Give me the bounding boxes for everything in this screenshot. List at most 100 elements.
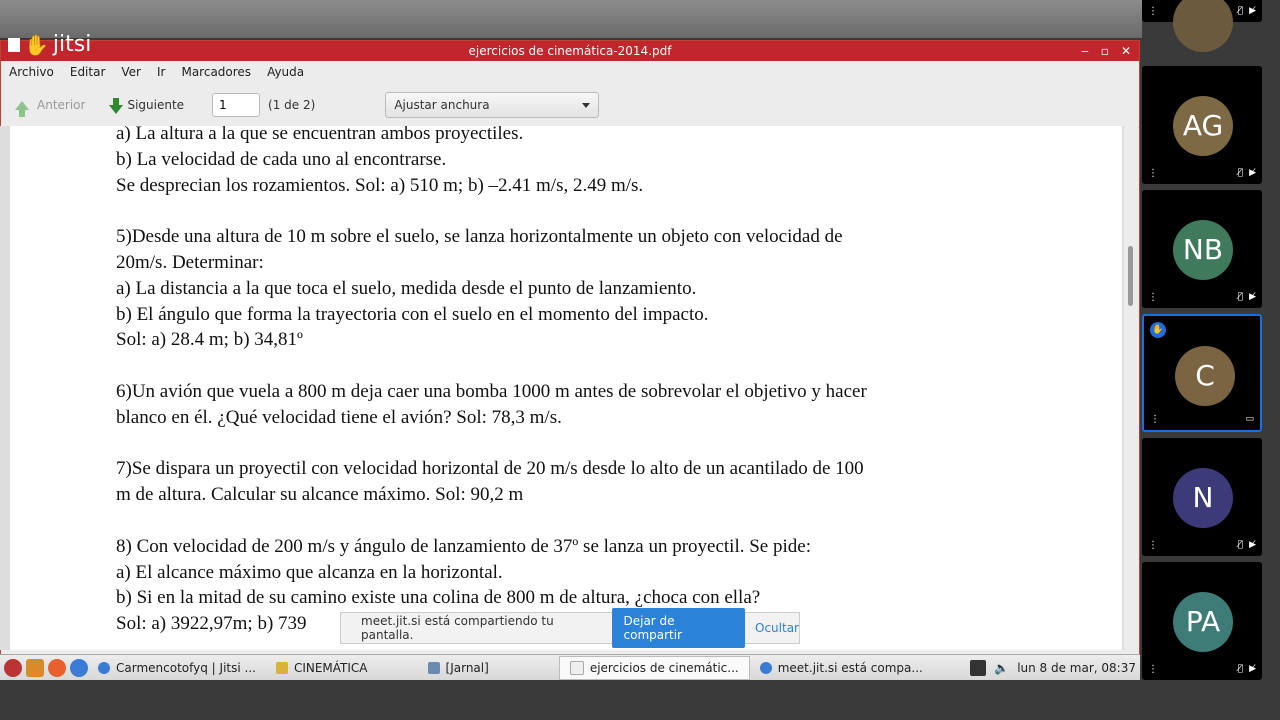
tray-app-icon[interactable]	[970, 660, 987, 676]
minimize-button[interactable]: ‒	[1081, 41, 1089, 61]
more-options-icon[interactable]: ⋮	[1148, 541, 1158, 551]
menu-ir[interactable]: Ir	[157, 65, 165, 79]
camera-off-icon: ▶̸	[1249, 6, 1256, 16]
participant-tile[interactable]: C ✋ ⋮ ▭	[1142, 314, 1262, 432]
previous-page-button[interactable]: Anterior	[1, 98, 99, 117]
mic-muted-icon: 🎙̸	[1237, 540, 1244, 550]
more-options-icon[interactable]: ⋮	[1148, 665, 1158, 675]
stop-sharing-button[interactable]: Dejar de compartir	[611, 608, 746, 648]
document-line: 5)Desde una altura de 10 m sobre el suel…	[116, 226, 843, 248]
avatar: NB	[1173, 220, 1233, 280]
taskbar-item-label: CINEMÁTICA	[293, 661, 368, 675]
mic-muted-icon: 🎙̸	[1237, 168, 1244, 178]
camera-off-icon: ▶̸	[1249, 292, 1256, 302]
taskbar-item-pdf[interactable]: ejercicios de cinemátic...	[558, 656, 750, 680]
menu-ver[interactable]: Ver	[121, 65, 141, 79]
page-number-input[interactable]	[212, 93, 261, 117]
window-title: ejercicios de cinemática-2014.pdf	[468, 44, 672, 58]
hand-icon: ✋	[24, 32, 49, 57]
next-page-button[interactable]: Siguiente	[99, 97, 198, 114]
volume-icon[interactable]: 🔈	[994, 661, 1009, 675]
editor-icon[interactable]	[26, 659, 44, 677]
document-line: b) El ángulo que forma la trayectoria co…	[116, 303, 709, 325]
more-options-icon[interactable]: ⋮	[1148, 169, 1158, 179]
page-count: (1 de 2)	[268, 98, 316, 112]
document-line: 6)Un avión que vuela a 800 m deja caer u…	[116, 380, 867, 402]
avatar: AG	[1173, 96, 1233, 156]
taskbar-item-jitsi[interactable]: Carmencotofyq | Jitsi ...	[88, 661, 266, 675]
participant-tile[interactable]: AG ⋮ 🎙̸ ▶̸	[1142, 66, 1262, 184]
taskbar-item-label: meet.jit.si está compa...	[777, 661, 923, 675]
participant-tile[interactable]: N ⋮ 🎙̸ ▶̸	[1142, 438, 1262, 556]
taskbar-item-label: ejercicios de cinemátic...	[589, 661, 739, 675]
browser-icon	[98, 662, 110, 674]
more-options-icon[interactable]: ⋮	[1148, 7, 1158, 17]
chevron-down-icon	[582, 102, 591, 108]
chrome-icon[interactable]	[70, 659, 88, 677]
maximize-button[interactable]: ▫	[1101, 41, 1109, 61]
document-line: Sol: a) 28.4 m; b) 34,81º	[116, 329, 303, 351]
menu-archivo[interactable]: Archivo	[9, 65, 54, 79]
zoom-value: Ajustar anchura	[394, 98, 490, 112]
screen-share-notification: meet.jit.si está compartiendo tu pantall…	[340, 608, 800, 648]
participant-tile[interactable]: NB ⋮ 🎙̸ ▶̸	[1142, 190, 1262, 308]
taskbar-item-share[interactable]: meet.jit.si está compa...	[750, 661, 933, 675]
ubuntu-icon[interactable]	[4, 659, 22, 677]
browser-top-strip	[0, 0, 1280, 38]
system-tray: 🔈 lun 8 de mar, 08:37	[970, 660, 1140, 676]
document-line: b) Si en la mitad de su camino existe un…	[116, 587, 761, 609]
arrow-up-icon	[15, 100, 29, 117]
more-options-icon[interactable]: ⋮	[1150, 415, 1160, 425]
logo-text: jitsi	[52, 32, 92, 57]
share-message: meet.jit.si está compartiendo tu pantall…	[361, 614, 554, 642]
close-button[interactable]: ✕	[1121, 41, 1131, 61]
document-icon	[569, 661, 584, 675]
avatar: C	[1175, 346, 1235, 406]
avatar: N	[1173, 468, 1233, 528]
taskbar-item-cinematica[interactable]: CINEMÁTICA	[266, 661, 378, 675]
hide-button[interactable]: Ocultar	[755, 621, 799, 635]
vertical-scrollbar[interactable]	[1124, 126, 1138, 650]
document-line: blanco en él. ¿Qué velocidad tiene el av…	[116, 406, 562, 428]
arrow-down-icon	[109, 97, 124, 114]
document-line: 8) Con velocidad de 200 m/s y ángulo de …	[116, 535, 811, 557]
document-line: m de altura. Calcular su alcance máximo.…	[116, 484, 524, 506]
scrollbar-thumb[interactable]	[1128, 246, 1133, 306]
camera-off-icon: ▶̸	[1249, 168, 1256, 178]
jitsi-logo: ✋ jitsi	[8, 32, 91, 57]
participant-tile[interactable]: ⋮ 🎙̸ ▶̸	[1142, 0, 1262, 52]
previous-label: Anterior	[37, 98, 86, 112]
taskbar: Carmencotofyq | Jitsi ... CINEMÁTICA [Ja…	[0, 654, 1140, 681]
zoom-select[interactable]: Ajustar anchura	[385, 92, 600, 118]
page-text: a) La altura a la que se encuentran ambo…	[116, 126, 1016, 637]
firefox-icon[interactable]	[48, 659, 66, 677]
document-line: b) La velocidad de cada uno al encontrar…	[116, 148, 447, 170]
menu-marcadores[interactable]: Marcadores	[181, 65, 251, 79]
menu-ayuda[interactable]: Ayuda	[267, 65, 304, 79]
document-line: a) La altura a la que se encuentran ambo…	[116, 126, 524, 144]
bottom-strip	[0, 680, 1280, 720]
next-label: Siguiente	[127, 98, 185, 112]
raised-hand-icon: ✋	[1150, 322, 1166, 338]
jarnal-icon	[427, 662, 440, 674]
more-options-icon[interactable]: ⋮	[1148, 293, 1158, 303]
taskbar-item-label: [Jarnal]	[445, 661, 489, 675]
document-area[interactable]: a) La altura a la que se encuentran ambo…	[0, 126, 1138, 650]
participant-tile[interactable]: PA ⋮ 🎙̸ ▶̸	[1142, 562, 1262, 680]
menu-bar: Archivo Editar Ver Ir Marcadores Ayuda	[1, 61, 1139, 83]
taskbar-item-jarnal[interactable]: [Jarnal]	[418, 661, 499, 675]
taskbar-item-label: Carmencotofyq | Jitsi ...	[116, 661, 256, 675]
camera-off-icon: ▶̸	[1249, 540, 1256, 550]
document-line: 7)Se dispara un proyectil con velocidad …	[116, 458, 864, 480]
clock[interactable]: lun 8 de mar, 08:37	[1017, 661, 1136, 675]
menu-editar[interactable]: Editar	[70, 65, 106, 79]
avatar: PA	[1173, 592, 1233, 652]
window-titlebar: ejercicios de cinemática-2014.pdf ‒ ▫ ✕	[1, 41, 1139, 61]
mic-muted-icon: 🎙̸	[1237, 292, 1244, 302]
document-line: Se desprecian los rozamientos. Sol: a) 5…	[116, 174, 644, 196]
pdf-page: a) La altura a la que se encuentran ambo…	[10, 126, 1122, 650]
